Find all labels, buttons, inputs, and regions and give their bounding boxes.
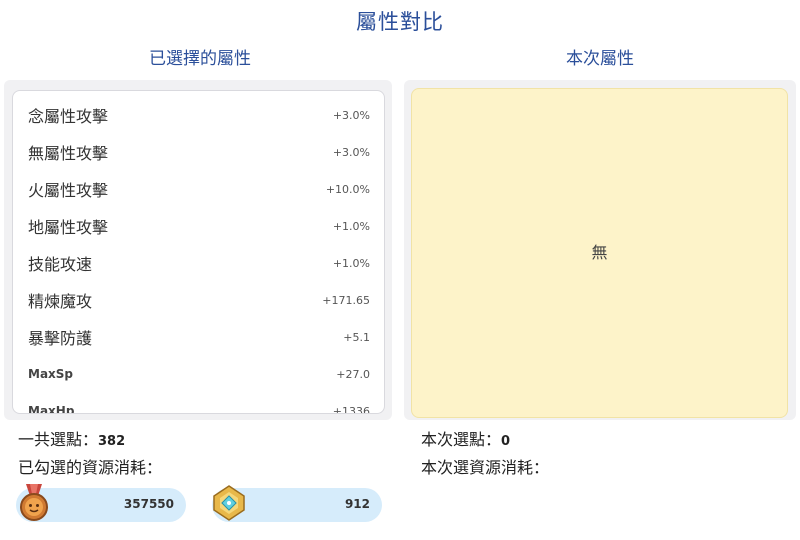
attribute-value: +1.0% xyxy=(332,220,370,233)
attribute-value: +3.0% xyxy=(332,109,370,122)
attribute-row: 地屬性攻擊 +1.0% xyxy=(13,207,384,244)
page-title: 屬性對比 xyxy=(356,10,444,34)
current-points-label: 本次選點： xyxy=(421,430,502,449)
total-points-line: 一共選點：382 xyxy=(18,426,125,450)
attribute-name: 精煉魔攻 xyxy=(28,292,93,311)
current-attributes-box: 無 xyxy=(411,88,788,418)
attribute-name: 技能攻速 xyxy=(28,255,93,274)
current-points-line: 本次選點：0 xyxy=(421,426,510,450)
attribute-row: 暴擊防護 +5.1 xyxy=(13,318,384,355)
attribute-row: 精煉魔攻 +171.65 xyxy=(13,281,384,318)
attribute-row: 火屬性攻擊 +10.0% xyxy=(13,170,384,207)
attribute-name: MaxHp xyxy=(28,404,75,414)
current-attributes-header: 本次屬性 xyxy=(566,49,634,69)
selected-attributes-header: 已選擇的屬性 xyxy=(149,49,251,69)
attribute-name: 暴擊防護 xyxy=(28,329,93,348)
attribute-name: MaxSp xyxy=(28,367,74,381)
attribute-value: +3.0% xyxy=(332,146,370,159)
attribute-name: 念屬性攻擊 xyxy=(28,107,109,126)
attribute-value: +10.0% xyxy=(325,183,370,196)
attribute-name: 火屬性攻擊 xyxy=(28,181,109,200)
total-points-value: 382 xyxy=(98,434,126,449)
attribute-name: 地屬性攻擊 xyxy=(28,218,109,237)
attribute-name: 無屬性攻擊 xyxy=(28,144,109,163)
attribute-row: 念屬性攻擊 +3.0% xyxy=(13,96,384,133)
total-points-label: 一共選點： xyxy=(18,430,99,449)
attribute-row: MaxHp +1336 xyxy=(13,392,384,414)
crystal-icon xyxy=(210,484,246,524)
selected-attributes-list[interactable]: 念屬性攻擊 +3.0% 無屬性攻擊 +3.0% 火屬性攻擊 +10.0% 地屬性… xyxy=(12,90,385,414)
resource-value: 912 xyxy=(344,497,370,511)
current-attribute-text: 無 xyxy=(591,243,608,262)
attribute-value: +5.1 xyxy=(343,331,370,344)
resource-value: 357550 xyxy=(123,497,174,511)
selected-resource-label: 已勾選的資源消耗： xyxy=(18,458,163,477)
medal-icon xyxy=(16,482,52,522)
attribute-row: 技能攻速 +1.0% xyxy=(13,244,384,281)
current-resource-label: 本次選資源消耗： xyxy=(421,458,550,477)
current-points-value: 0 xyxy=(501,434,511,449)
attribute-value: +1.0% xyxy=(332,257,370,270)
attribute-row: 無屬性攻擊 +3.0% xyxy=(13,133,384,170)
attribute-value: +171.65 xyxy=(322,294,370,307)
attribute-value: +1336 xyxy=(332,405,370,414)
attribute-row: MaxSp +27.0 xyxy=(13,355,384,392)
attribute-value: +27.0 xyxy=(336,368,370,381)
